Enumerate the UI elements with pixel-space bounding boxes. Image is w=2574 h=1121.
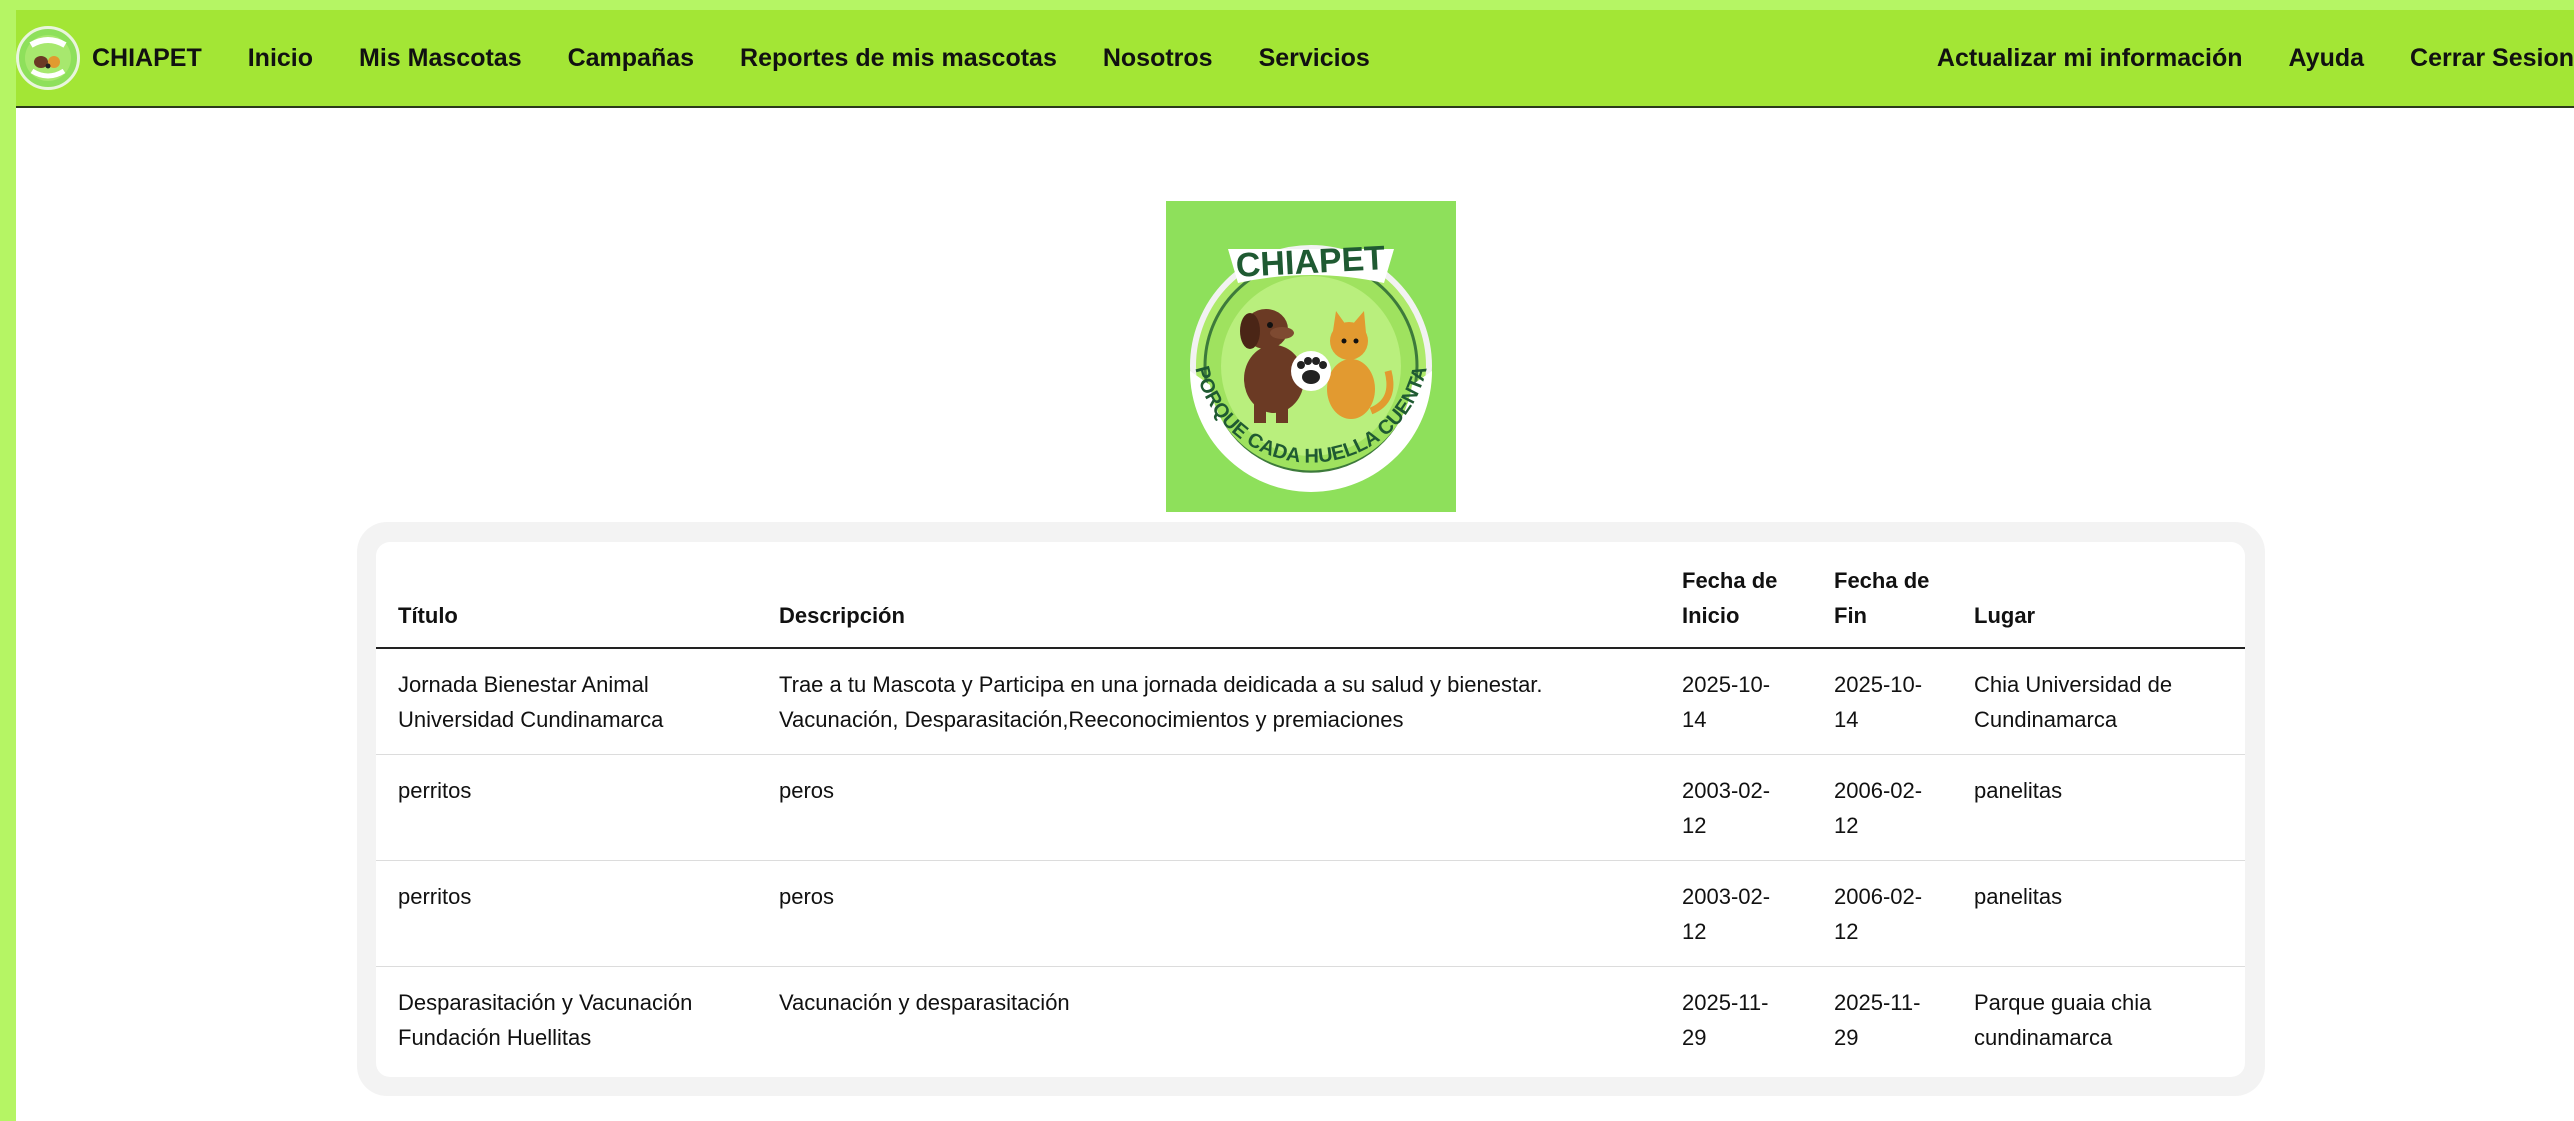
table-header-row: Título Descripción Fecha de Inicio Fecha… xyxy=(376,542,2245,649)
cell-lugar: Chia Universidad de Cundinamarca xyxy=(1952,648,2245,755)
brand[interactable]: CHIAPET xyxy=(16,26,248,90)
logo-title: CHIAPET xyxy=(1235,239,1386,285)
brand-name[interactable]: CHIAPET xyxy=(92,44,202,73)
top-navbar: CHIAPET Inicio Mis Mascotas Campañas Rep… xyxy=(16,10,2574,108)
header-fecha-inicio: Fecha de Inicio xyxy=(1660,542,1812,649)
table-row: Jornada Bienestar Animal Universidad Cun… xyxy=(376,648,2245,755)
brand-logo-icon[interactable] xyxy=(16,26,80,90)
header-titulo: Título xyxy=(376,542,757,649)
cell-fecha-fin: 2006-02-12 xyxy=(1812,754,1952,861)
header-lugar: Lugar xyxy=(1952,542,2245,649)
cell-lugar: Parque guaia chia cundinamarca xyxy=(1974,989,2152,1050)
cell-titulo: Jornada Bienestar Animal Universidad Cun… xyxy=(376,648,757,755)
cell-titulo: perritos xyxy=(376,860,757,967)
chiapet-logo: CHIAPET "PORQUE CADA HUELLA CUENTA" xyxy=(1161,184,1456,512)
cell-fecha-fin: 2025-10-14 xyxy=(1812,648,1952,755)
cell-descripcion: peros xyxy=(757,754,1660,861)
table-row: perritos peros 2003-02-12 2006-02-12 pan… xyxy=(376,860,2245,967)
cell-fecha-inicio: 2025-11-29 xyxy=(1682,989,1769,1050)
cell-fecha-fin: 2025-11-29 xyxy=(1834,989,1921,1050)
cell-fecha-inicio: 2003-02-12 xyxy=(1660,754,1812,861)
cell-descripcion: Trae a tu Mascota y Participa en una jor… xyxy=(757,648,1660,755)
nav-inicio[interactable]: Inicio xyxy=(248,44,313,73)
nav-servicios[interactable]: Servicios xyxy=(1259,44,1370,73)
nav-reportes[interactable]: Reportes de mis mascotas xyxy=(740,44,1057,73)
cell-titulo: Desparasitación y Vacunación Fundación H… xyxy=(398,989,693,1050)
campaigns-table-container: Título Descripción Fecha de Inicio Fecha… xyxy=(376,542,2245,1077)
cell-fecha-fin: 2006-02-12 xyxy=(1812,860,1952,967)
nav-campanas[interactable]: Campañas xyxy=(568,44,694,73)
nav-cerrar-sesion[interactable]: Cerrar Sesion xyxy=(2410,44,2574,73)
cell-titulo: perritos xyxy=(376,754,757,861)
table-row: Desparasitación y Vacunación Fundación H… xyxy=(376,966,2245,1072)
chiapet-logo-icon: CHIAPET "PORQUE CADA HUELLA CUENTA" xyxy=(1161,184,1456,512)
header-descripcion: Descripción xyxy=(757,542,1660,649)
campaigns-table: Título Descripción Fecha de Inicio Fecha… xyxy=(376,542,2245,1072)
cell-lugar: panelitas xyxy=(1952,754,2245,861)
header-fecha-fin: Fecha de Fin xyxy=(1812,542,1952,649)
cell-descripcion: Vacunación y desparasitación xyxy=(779,989,1070,1015)
cell-fecha-inicio: 2003-02-12 xyxy=(1660,860,1812,967)
nav-actualizar-informacion[interactable]: Actualizar mi información xyxy=(1937,44,2243,73)
nav-nosotros[interactable]: Nosotros xyxy=(1103,44,1213,73)
cell-fecha-inicio: 2025-10-14 xyxy=(1660,648,1812,755)
nav-ayuda[interactable]: Ayuda xyxy=(2289,44,2364,73)
table-row: perritos peros 2003-02-12 2006-02-12 pan… xyxy=(376,754,2245,861)
cell-descripcion: peros xyxy=(757,860,1660,967)
nav-mis-mascotas[interactable]: Mis Mascotas xyxy=(359,44,522,73)
cell-lugar: panelitas xyxy=(1952,860,2245,967)
nav-right-group: Actualizar mi información Ayuda Cerrar S… xyxy=(1891,44,2574,73)
